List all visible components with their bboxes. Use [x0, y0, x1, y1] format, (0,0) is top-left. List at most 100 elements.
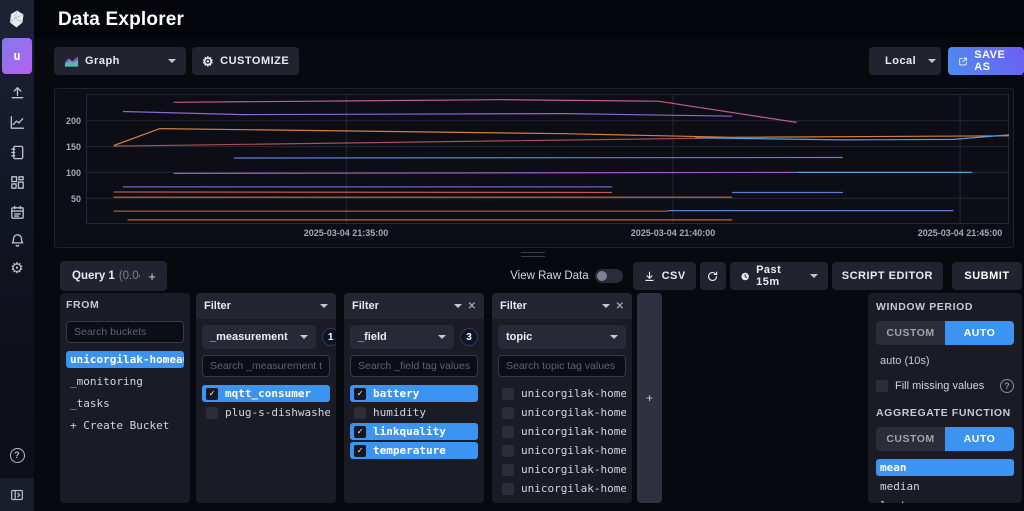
- tag-value-item[interactable]: unicorgilak-homeautom_: [498, 423, 626, 440]
- resize-drag-handle[interactable]: [521, 252, 545, 257]
- close-icon[interactable]: ✕: [468, 301, 476, 312]
- tag-value-item[interactable]: unicorgilak-homeautom_: [498, 404, 626, 421]
- checkbox-unchecked[interactable]: [502, 464, 514, 476]
- tag-value-item[interactable]: unicorgilak-homeautom_: [498, 385, 626, 402]
- custom-option[interactable]: CUSTOM: [876, 427, 945, 451]
- auto-option[interactable]: AUTO: [945, 427, 1014, 451]
- tag-key-dropdown[interactable]: topic: [498, 325, 626, 349]
- settings-nav-item[interactable]: ⚙: [0, 256, 34, 280]
- y-axis-tick: 100: [57, 168, 81, 178]
- tag-key-dropdown[interactable]: _field: [350, 325, 454, 349]
- aggregate-function-item[interactable]: last: [876, 497, 1014, 503]
- checkbox-checked[interactable]: ✓: [354, 445, 366, 457]
- chevron-down-icon: [438, 335, 446, 339]
- sidebar-expand-button[interactable]: [0, 478, 34, 511]
- refresh-button[interactable]: [700, 262, 726, 290]
- chart-panel: 200 150 100 50 2025-03-04 21:35:00 2025-…: [54, 88, 1014, 248]
- tag-value-label: temperature: [373, 444, 446, 457]
- time-range-label: Past 15m: [756, 264, 798, 288]
- tag-value-item[interactable]: ✓ mqtt_consumer: [202, 385, 330, 402]
- tag-value-item[interactable]: unicorgilak-homeautom_: [498, 461, 626, 478]
- bucket-item[interactable]: _monitoring: [66, 373, 184, 390]
- csv-download-button[interactable]: CSV: [633, 262, 696, 290]
- aggregate-function-item[interactable]: median: [876, 478, 1014, 495]
- checkbox-unchecked[interactable]: [502, 407, 514, 419]
- load-data-nav-item[interactable]: [0, 80, 34, 104]
- tag-value-label: plug-s-dishwasher: [225, 406, 330, 419]
- tag-value-label: mqtt_consumer: [225, 387, 311, 400]
- auto-option[interactable]: AUTO: [945, 321, 1014, 345]
- submit-button[interactable]: SUBMIT: [952, 262, 1022, 290]
- tag-key-label: _measurement: [210, 331, 288, 343]
- checkbox-checked[interactable]: ✓: [354, 388, 366, 400]
- bucket-item[interactable]: unicorgilak-homeautom_: [66, 351, 184, 368]
- y-axis-tick: 150: [57, 142, 81, 152]
- tag-value-item[interactable]: unicorgilak-homeautom_: [498, 480, 626, 497]
- top-bar: Data Explorer: [0, 0, 1024, 38]
- tag-value-item[interactable]: unicorgilak-homeautom_: [498, 442, 626, 459]
- checkbox-unchecked[interactable]: [206, 407, 218, 419]
- script-editor-button[interactable]: SCRIPT EDITOR: [832, 262, 943, 290]
- custom-option[interactable]: CUSTOM: [876, 321, 945, 345]
- tag-value-item[interactable]: ✓ battery: [350, 385, 478, 402]
- checkbox-unchecked[interactable]: [502, 483, 514, 495]
- customize-button[interactable]: ⚙ CUSTOMIZE: [192, 47, 299, 75]
- checkbox-unchecked[interactable]: [502, 426, 514, 438]
- tag-value-list: ✓ mqtt_consumer plug-s-dishwasher: [202, 385, 330, 421]
- create-bucket-button[interactable]: + Create Bucket: [66, 417, 184, 434]
- chart-plot[interactable]: [86, 94, 1009, 224]
- filter-header[interactable]: Filter ✕: [492, 293, 632, 319]
- query-controls: View Raw Data CSV Past 15m SCRIPT EDITOR: [510, 262, 1022, 290]
- bucket-label: unicorgilak-homeautom_: [70, 353, 184, 366]
- tag-value-label: unicorgilak-homeautom_: [521, 387, 626, 400]
- upload-icon: [9, 84, 26, 101]
- function-label: median: [880, 480, 920, 493]
- influxdb-logo[interactable]: [0, 0, 34, 38]
- filter-title: Filter: [500, 300, 527, 312]
- checkbox-unchecked[interactable]: [502, 445, 514, 457]
- tag-key-label: topic: [506, 331, 532, 343]
- refresh-icon: [706, 270, 719, 283]
- alerts-nav-item[interactable]: [0, 228, 34, 252]
- add-query-button[interactable]: +: [140, 261, 164, 291]
- field-search-input[interactable]: [350, 355, 478, 377]
- aggregate-function-item[interactable]: mean: [876, 459, 1014, 476]
- notebooks-nav-item[interactable]: [0, 140, 34, 164]
- dashboards-nav-item[interactable]: [0, 170, 34, 194]
- checkbox-unchecked[interactable]: [354, 407, 366, 419]
- checkbox-checked[interactable]: ✓: [354, 426, 366, 438]
- checkbox-unchecked[interactable]: [876, 380, 888, 392]
- tag-value-item[interactable]: humidity: [350, 404, 478, 421]
- measurement-search-input[interactable]: [202, 355, 330, 377]
- tag-value-item[interactable]: ✓ linkquality: [350, 423, 478, 440]
- tag-key-dropdown[interactable]: _measurement: [202, 325, 316, 349]
- help-tooltip-icon[interactable]: ?: [1000, 379, 1014, 393]
- filter-panel-measurement: Filter _measurement 1 ✓ mqtt_consumer pl…: [196, 293, 336, 503]
- add-filter-button[interactable]: +: [637, 293, 662, 503]
- checkbox-unchecked[interactable]: [502, 388, 514, 400]
- local-dropdown[interactable]: Local: [869, 47, 941, 75]
- view-raw-data-toggle[interactable]: [595, 269, 623, 283]
- checkbox-checked[interactable]: ✓: [206, 388, 218, 400]
- filter-header[interactable]: Filter ✕: [344, 293, 484, 319]
- tasks-nav-item[interactable]: [0, 200, 34, 224]
- bucket-search-input[interactable]: [66, 321, 184, 343]
- filter-title: Filter: [204, 300, 231, 312]
- sidebar-nav: u: [0, 38, 34, 511]
- org-avatar[interactable]: u: [2, 38, 32, 74]
- filter-header[interactable]: Filter: [196, 293, 336, 319]
- time-range-dropdown[interactable]: Past 15m: [730, 262, 828, 290]
- visualization-type-dropdown[interactable]: Graph: [54, 47, 186, 75]
- topic-search-input[interactable]: [498, 355, 626, 377]
- tag-value-item[interactable]: plug-s-dishwasher: [202, 404, 330, 421]
- visualization-type-label: Graph: [85, 55, 120, 67]
- chevron-down-icon: [928, 59, 936, 63]
- page-title: Data Explorer: [58, 9, 184, 31]
- data-explorer-nav-item[interactable]: [0, 110, 34, 134]
- help-nav-item[interactable]: ?: [0, 443, 34, 467]
- bucket-item[interactable]: _tasks: [66, 395, 184, 412]
- tag-value-label: unicorgilak-homeautom_: [521, 425, 626, 438]
- tag-value-item[interactable]: ✓ temperature: [350, 442, 478, 459]
- close-icon[interactable]: ✕: [616, 301, 624, 312]
- save-as-button[interactable]: SAVE AS: [948, 47, 1024, 75]
